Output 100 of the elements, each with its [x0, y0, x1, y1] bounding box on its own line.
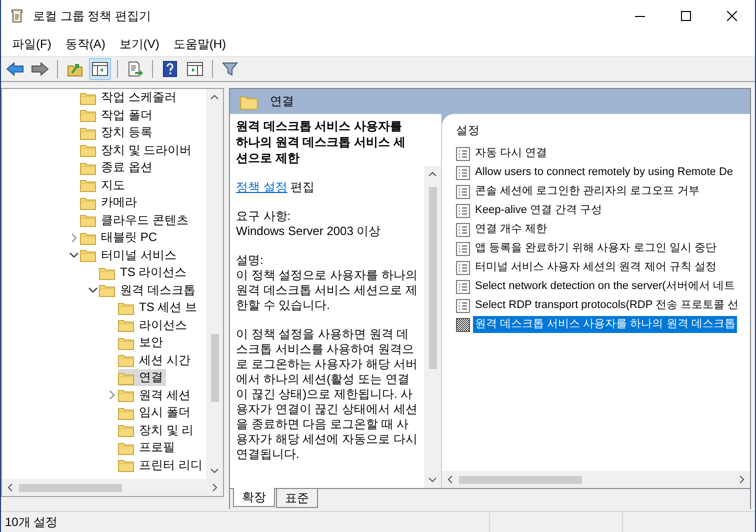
policy-setting-icon	[456, 184, 470, 198]
folder-icon	[80, 90, 96, 105]
filter-icon	[222, 61, 238, 77]
chevron-right-icon[interactable]	[71, 232, 77, 243]
column-header[interactable]: 설정	[442, 123, 750, 144]
tree-item[interactable]: 작업 스케줄러	[80, 89, 180, 106]
folder-icon	[80, 108, 96, 122]
tree-item[interactable]: 임시 폴더	[118, 404, 194, 422]
pane-title: 연결	[270, 93, 294, 110]
policy-setting-icon	[456, 166, 470, 180]
tree-item[interactable]: 장치 및 드라이버	[80, 142, 195, 159]
vertical-scrollbar[interactable]	[424, 166, 441, 488]
tab[interactable]: 확장	[233, 488, 275, 507]
folder-icon	[80, 248, 96, 262]
folder-icon	[80, 126, 96, 140]
scroll-thumb[interactable]	[459, 476, 582, 484]
folder-icon	[80, 160, 96, 175]
menu-item[interactable]: 보기(V)	[112, 36, 166, 52]
description-paragraph: 이 정책 설정을 사용하면 원격 데스크톱 서비스를 사용하여 원격으로 로그온하는 사용자가 해당 서버에서 하나의 세션(활성 또는 연결이 끊긴 상태)으로 제한됩니다. 사용자가 연결이 끊긴 상태에서 세션을 종료하면 다음 로그온할 때 사용자가 해당 세션에 자동으로 다시 연결됩니다.	[236, 327, 418, 462]
setting-item[interactable]: Keep-alive 연결 간격 구성	[473, 202, 604, 219]
setting-item[interactable]: 자동 다시 연결	[473, 145, 550, 162]
scroll-right-icon	[212, 483, 218, 492]
tree-item[interactable]: 라이선스	[118, 316, 190, 334]
tree-item[interactable]: 터미널 서비스	[80, 246, 180, 264]
setting-item[interactable]: 원격 데스크톱 서비스 사용자를 하나의 원격 데스크톱	[473, 316, 738, 333]
window-title: 로컬 그룹 정책 편집기	[33, 8, 152, 24]
status-text: 10개 설정	[4, 514, 59, 530]
setting-item[interactable]: 콘솔 세션에 로그인한 관리자의 로그오프 거부	[473, 183, 702, 200]
requirements-label: 요구 사항:	[236, 209, 292, 224]
folder-icon	[118, 440, 134, 455]
setting-item[interactable]: 터미널 서비스 사용자 세션의 원격 제어 규칙 설정	[473, 259, 718, 276]
scroll-up-icon	[428, 171, 437, 177]
chevron-down-icon[interactable]	[69, 252, 79, 258]
folder-icon	[99, 266, 115, 280]
tree-item[interactable]: 작업 폴더	[80, 106, 156, 124]
horizontal-scrollbar[interactable]	[2, 479, 223, 496]
tree-item[interactable]: 원격 데스크톱	[99, 282, 198, 299]
tree-item[interactable]: 원격 세션	[118, 386, 194, 404]
scroll-down-icon	[428, 477, 437, 483]
scroll-thumb[interactable]	[19, 484, 122, 492]
folder-icon	[118, 423, 134, 438]
folder-icon	[118, 300, 134, 315]
folder-icon	[240, 94, 258, 110]
folder-icon	[118, 370, 134, 385]
policy-setting-icon	[456, 222, 470, 236]
requirements-text: Windows Server 2003 이상	[236, 224, 382, 239]
policy-settings-link[interactable]: 정책 설정	[236, 180, 288, 194]
setting-item[interactable]: Select RDP transport protocols(RDP 전송 프로토콜 선	[473, 297, 741, 314]
policy-setting-icon	[456, 204, 470, 218]
scroll-left-icon	[7, 483, 13, 492]
panel-icon	[187, 62, 203, 76]
tree-item[interactable]: 프로필	[118, 439, 178, 456]
description-paragraph: 이 정책 설정으로 사용자를 하나의 원격 데스크톱 서비스 세션으로 제한할 수 있습니다.	[236, 268, 418, 313]
menu-item[interactable]: 도움말(H)	[166, 36, 233, 52]
menu-item[interactable]: 파일(F)	[5, 36, 58, 52]
policy-setting-icon	[456, 318, 470, 332]
tree-item[interactable]: TS 라이선스	[99, 264, 190, 282]
folder-icon	[80, 143, 96, 158]
folder-icon	[99, 283, 115, 298]
tab[interactable]: 표준	[276, 489, 318, 508]
setting-item[interactable]: 연결 개수 제한	[473, 221, 550, 238]
folder-icon	[118, 318, 134, 332]
setting-item[interactable]: Allow users to connect remotely by using Remote De	[473, 164, 736, 181]
folder-icon	[118, 458, 134, 472]
horizontal-scrollbar[interactable]	[442, 471, 750, 488]
tree-item[interactable]: 지도	[80, 176, 128, 194]
tree-item[interactable]: 보안	[118, 334, 166, 352]
left-arrow-icon	[6, 62, 24, 76]
chevron-right-icon[interactable]	[109, 390, 115, 400]
folder-icon	[118, 336, 134, 350]
scroll-icon	[9, 8, 25, 24]
tree-item[interactable]: 클라우드 콘텐츠	[80, 212, 192, 229]
tree-item[interactable]: 세션 시간	[118, 352, 194, 369]
vertical-scrollbar[interactable]	[206, 89, 223, 479]
setting-item[interactable]: Select network detection on the server(서버에서 네트	[473, 278, 737, 295]
scroll-right-icon	[739, 475, 745, 484]
tree-item[interactable]: 프린터 리디	[118, 456, 206, 474]
close-icon	[727, 11, 737, 21]
tree-button[interactable]	[89, 58, 111, 80]
scroll-down-icon	[210, 468, 219, 474]
folder-icon	[80, 196, 96, 210]
scroll-thumb[interactable]	[210, 334, 218, 402]
chevron-down-icon[interactable]	[88, 287, 98, 294]
policy-title: 원격 데스크톱 서비스 사용자를 하나의 원격 데스크톱 서비스 세션으로 제한	[235, 118, 406, 166]
scroll-thumb[interactable]	[428, 187, 436, 369]
tree-item[interactable]: 연결	[118, 369, 166, 386]
folder-icon	[118, 388, 134, 402]
policy-setting-icon	[456, 146, 470, 160]
help-icon	[163, 61, 177, 77]
setting-item[interactable]: 앱 등록을 완료하기 위해 사용자 로그인 일시 중단	[473, 240, 718, 257]
tree-item[interactable]: TS 세션 브	[118, 299, 200, 316]
tree-item[interactable]: 카메라	[80, 194, 140, 212]
tree-item[interactable]: 장치 등록	[80, 124, 156, 142]
tree-item[interactable]: 장치 및 리	[118, 422, 197, 439]
right-arrow-icon	[31, 62, 49, 76]
scroll-left-icon	[447, 475, 453, 484]
menu-item[interactable]: 동작(A)	[58, 36, 112, 52]
policy-setting-icon	[456, 242, 470, 256]
tree-item[interactable]: 태블릿 PC	[80, 229, 160, 246]
tree-item[interactable]: 종료 옵션	[80, 159, 156, 176]
